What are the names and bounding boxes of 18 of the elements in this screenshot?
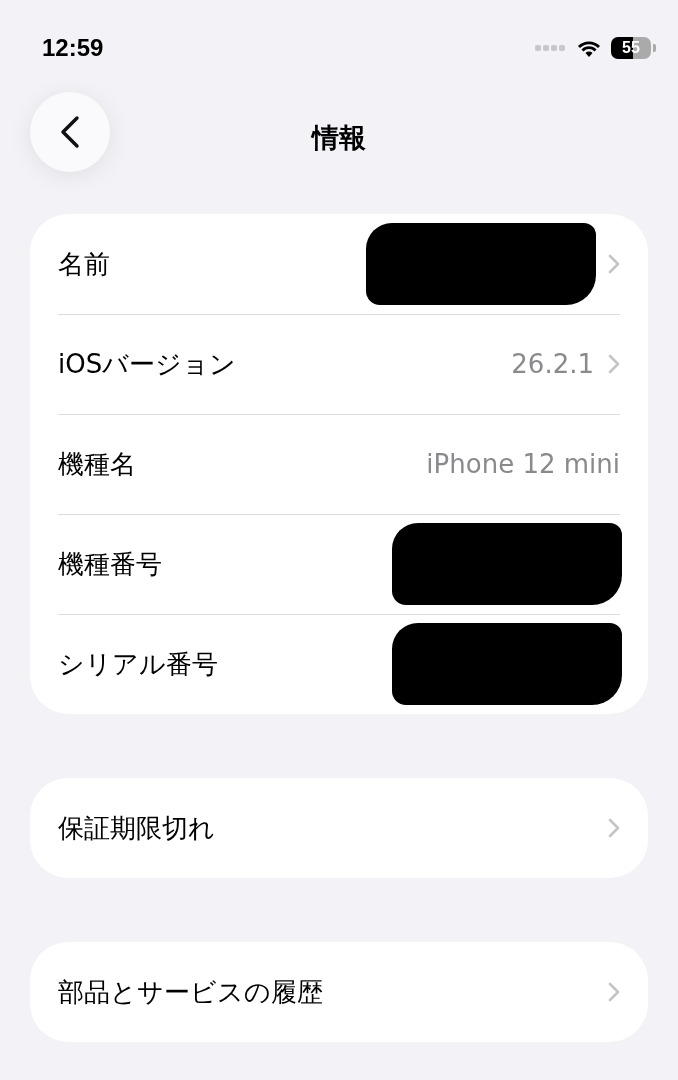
settings-row[interactable]: 保証期限切れ — [30, 778, 648, 878]
row-label: 部品とサービスの履歴 — [58, 975, 323, 1009]
row-label: シリアル番号 — [58, 647, 218, 681]
row-value: 26.2.1 — [511, 349, 594, 379]
settings-row[interactable]: iOSバージョン 26.2.1 — [30, 314, 648, 414]
row-value: iPhone 12 mini — [426, 449, 620, 479]
signal-icon — [535, 44, 567, 52]
chevron-left-icon — [60, 115, 80, 149]
row-label: 機種名 — [58, 447, 136, 481]
wifi-icon — [577, 39, 601, 57]
row-label: 機種番号 — [58, 547, 162, 581]
row-label: iOSバージョン — [58, 347, 237, 381]
status-time: 12:59 — [42, 34, 104, 62]
settings-row[interactable]: 部品とサービスの履歴 — [30, 942, 648, 1042]
settings-row[interactable]: 名前 — [30, 214, 648, 314]
page-title: 情報 — [312, 122, 366, 153]
row-label: 保証期限切れ — [58, 811, 215, 845]
row-label: 名前 — [58, 247, 110, 281]
